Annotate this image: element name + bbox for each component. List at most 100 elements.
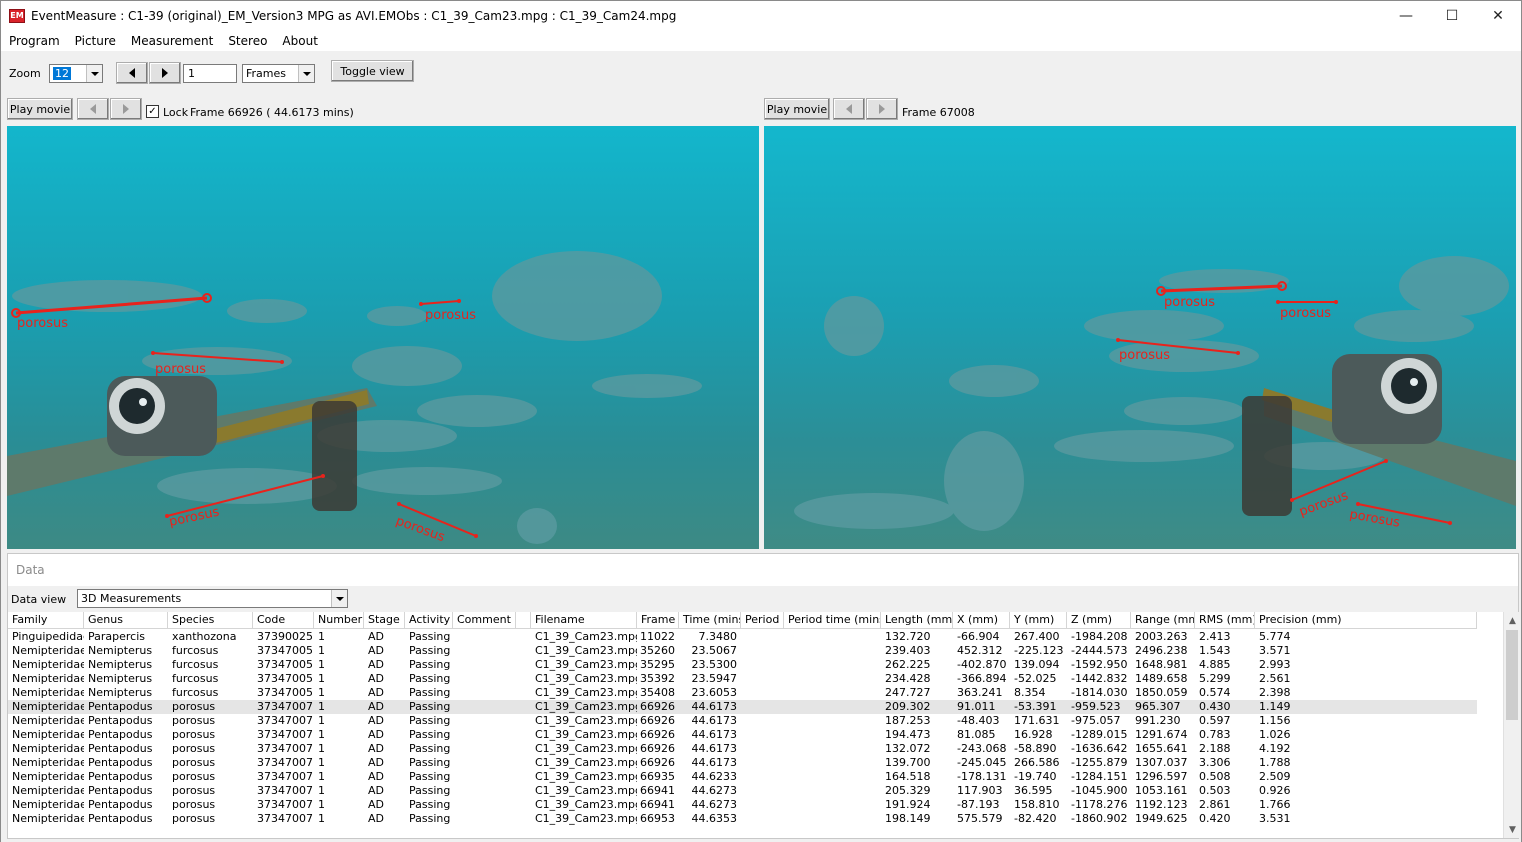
step-unit-select[interactable]: Frames bbox=[242, 64, 315, 83]
table-cell: 66926 bbox=[640, 700, 675, 713]
table-cell: porosus bbox=[172, 714, 216, 727]
close-button[interactable]: ✕ bbox=[1475, 1, 1521, 31]
table-cell: 187.253 bbox=[885, 714, 931, 727]
table-cell bbox=[784, 770, 881, 784]
right-camera-view[interactable]: porosus porosus porosus porosus porosus bbox=[764, 126, 1516, 549]
vertical-scrollbar[interactable]: ▲ ▼ bbox=[1503, 612, 1520, 838]
left-prev-button[interactable] bbox=[77, 98, 109, 120]
table-cell: 117.903 bbox=[957, 784, 1003, 797]
table-cell: Nemipterus bbox=[88, 644, 153, 657]
column-header[interactable]: Period bbox=[741, 612, 784, 629]
column-header[interactable]: Stage bbox=[364, 612, 405, 629]
table-row[interactable]: Nemipteridae Pentapodus porosus 37347007 1 AD… bbox=[8, 812, 1477, 826]
left-play-movie-button[interactable]: Play movie bbox=[7, 98, 73, 120]
table-row[interactable]: Nemipteridae Pentapodus porosus 37347007 1 AD… bbox=[8, 770, 1477, 784]
column-header[interactable]: Range (mm) bbox=[1131, 612, 1195, 629]
column-header[interactable]: Filename bbox=[531, 612, 637, 629]
table-row[interactable]: Nemipteridae Pentapodus porosus 37347007 1 AD… bbox=[8, 700, 1477, 714]
maximize-button[interactable]: ☐ bbox=[1429, 1, 1475, 31]
table-cell: 44.6173 bbox=[691, 700, 738, 713]
column-header[interactable]: Genus bbox=[84, 612, 168, 629]
table-row[interactable]: Nemipteridae Nemipterus furcosus 37347005 1 A… bbox=[8, 658, 1477, 672]
column-header[interactable]: Code bbox=[253, 612, 314, 629]
table-row[interactable]: Nemipteridae Pentapodus porosus 37347007 1 AD… bbox=[8, 798, 1477, 812]
menu-program[interactable]: Program bbox=[1, 34, 67, 48]
menu-about[interactable]: About bbox=[274, 34, 324, 48]
column-header[interactable]: RMS (mm) bbox=[1195, 612, 1255, 629]
next-frame-button[interactable] bbox=[149, 62, 181, 84]
table-row[interactable]: Nemipteridae Pentapodus porosus 37347007 1 AD… bbox=[8, 728, 1477, 742]
table-row[interactable]: Nemipteridae Nemipterus furcosus 37347005 1 A… bbox=[8, 672, 1477, 686]
table-cell: AD bbox=[368, 812, 384, 825]
scroll-thumb[interactable] bbox=[1506, 630, 1518, 720]
table-cell: 132.720 bbox=[885, 630, 931, 643]
column-header[interactable]: Comment bbox=[453, 612, 516, 629]
right-play-movie-button[interactable]: Play movie bbox=[764, 98, 830, 120]
scroll-down-icon[interactable]: ▼ bbox=[1504, 821, 1520, 838]
column-header[interactable]: Z (mm) bbox=[1067, 612, 1131, 629]
column-header[interactable]: X (mm) bbox=[953, 612, 1010, 629]
column-header[interactable]: Activity bbox=[405, 612, 453, 629]
arrow-right-icon bbox=[162, 68, 168, 78]
table-row[interactable]: Nemipteridae Pentapodus porosus 37347007 1 AD… bbox=[8, 756, 1477, 770]
table-row[interactable]: Nemipteridae Pentapodus porosus 37347007 1 AD… bbox=[8, 784, 1477, 798]
menu-measurement[interactable]: Measurement bbox=[123, 34, 220, 48]
table-cell: 0.503 bbox=[1199, 784, 1231, 797]
table-cell: 363.241 bbox=[957, 686, 1003, 699]
table-row[interactable]: Nemipteridae Nemipterus furcosus 37347005 1 A… bbox=[8, 644, 1477, 658]
table-cell: 35408 bbox=[640, 686, 675, 699]
zoom-select[interactable]: 12 bbox=[49, 64, 103, 83]
table-cell bbox=[516, 630, 531, 644]
table-cell: 2.561 bbox=[1259, 672, 1291, 685]
table-cell: Nemipteridae bbox=[12, 812, 84, 825]
frame-step-input[interactable]: 1 bbox=[183, 64, 237, 83]
table-cell: 3.531 bbox=[1259, 812, 1291, 825]
table-cell bbox=[741, 672, 784, 686]
menu-stereo[interactable]: Stereo bbox=[220, 34, 274, 48]
column-header[interactable]: Frame bbox=[637, 612, 679, 629]
chevron-down-icon[interactable] bbox=[298, 65, 314, 82]
table-cell: 132.072 bbox=[885, 742, 931, 755]
column-header[interactable]: Species bbox=[168, 612, 253, 629]
column-header[interactable]: Precision (mm) bbox=[1255, 612, 1477, 629]
table-cell: Passing bbox=[409, 644, 451, 657]
data-grid[interactable]: Family Genus Species Code Number Stage Activit… bbox=[8, 612, 1520, 838]
left-camera-view[interactable]: porosus porosus porosus porosus porosus bbox=[7, 126, 759, 549]
column-header[interactable]: Number bbox=[314, 612, 364, 629]
right-prev-button[interactable] bbox=[833, 98, 865, 120]
menu-picture[interactable]: Picture bbox=[67, 34, 123, 48]
table-cell: 1.156 bbox=[1259, 714, 1291, 727]
table-cell: -178.131 bbox=[957, 770, 1007, 783]
minimize-button[interactable]: — bbox=[1383, 1, 1429, 31]
lock-checkbox[interactable]: ✓ bbox=[146, 105, 159, 118]
table-cell: 3.571 bbox=[1259, 644, 1291, 657]
left-next-button[interactable] bbox=[110, 98, 142, 120]
column-header[interactable]: Period time (mins) bbox=[784, 612, 881, 629]
table-cell: AD bbox=[368, 686, 384, 699]
table-cell: Pentapodus bbox=[88, 798, 153, 811]
table-row[interactable]: Nemipteridae Nemipterus furcosus 37347005 1 A… bbox=[8, 686, 1477, 700]
right-next-button[interactable] bbox=[866, 98, 898, 120]
column-header[interactable]: Time (mins) bbox=[679, 612, 741, 629]
chevron-down-icon[interactable] bbox=[86, 65, 102, 82]
data-view-select[interactable]: 3D Measurements bbox=[77, 589, 348, 608]
column-header[interactable]: Y (mm) bbox=[1010, 612, 1067, 629]
table-cell: 16.928 bbox=[1014, 728, 1053, 741]
table-cell: furcosus bbox=[172, 658, 219, 671]
table-cell: 1 bbox=[318, 714, 325, 727]
table-cell bbox=[453, 798, 516, 812]
table-cell: Passing bbox=[409, 728, 451, 741]
table-cell: 1296.597 bbox=[1135, 770, 1188, 783]
scroll-up-icon[interactable]: ▲ bbox=[1504, 612, 1520, 629]
table-row[interactable]: Pinguipedidae Parapercis xanthozona 3739002… bbox=[8, 630, 1477, 644]
column-header[interactable]: Family bbox=[8, 612, 84, 629]
toggle-view-button[interactable]: Toggle view bbox=[331, 60, 414, 82]
prev-frame-button[interactable] bbox=[116, 62, 148, 84]
table-row[interactable]: Nemipteridae Pentapodus porosus 37347007 1 AD… bbox=[8, 742, 1477, 756]
table-row[interactable]: Nemipteridae Pentapodus porosus 37347007 1 AD… bbox=[8, 714, 1477, 728]
column-header[interactable] bbox=[516, 612, 531, 629]
table-cell: 44.6173 bbox=[691, 728, 738, 741]
table-cell: 194.473 bbox=[885, 728, 931, 741]
column-header[interactable]: Length (mm) bbox=[881, 612, 953, 629]
chevron-down-icon[interactable] bbox=[331, 590, 347, 607]
